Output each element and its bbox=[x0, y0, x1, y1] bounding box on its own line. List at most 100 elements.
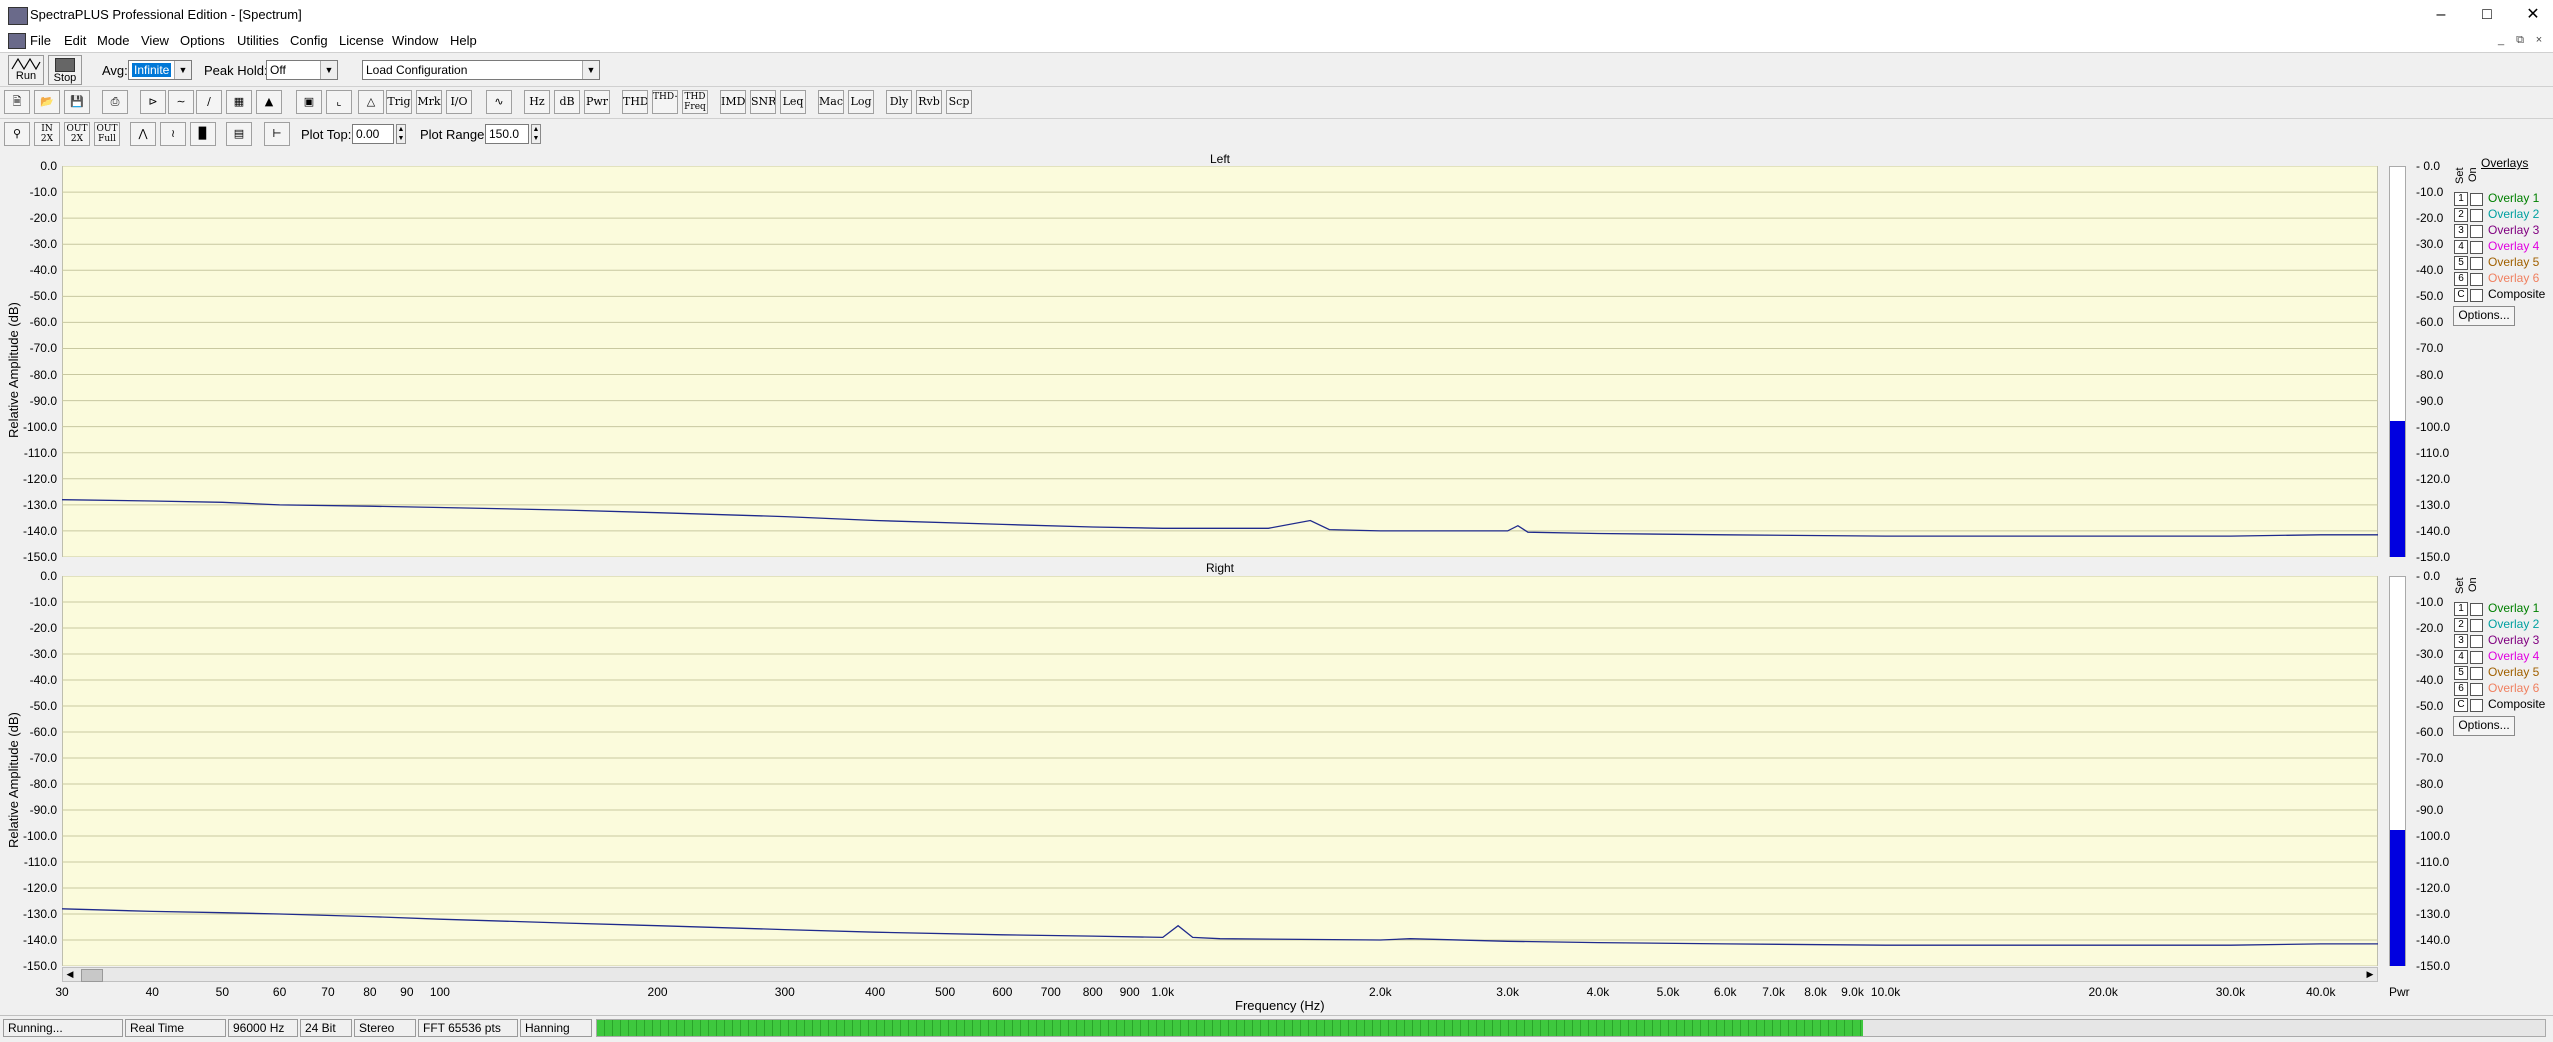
log-button[interactable]: Log bbox=[848, 90, 874, 114]
plot-range-spinner[interactable]: ▲ ▼ bbox=[531, 124, 541, 144]
right-overlay-checkbox[interactable] bbox=[2470, 651, 2483, 664]
weighting-icon[interactable]: △ bbox=[358, 90, 384, 114]
mdi-minimize-icon[interactable]: _ bbox=[2493, 33, 2509, 47]
sine-generator-icon[interactable]: ∿ bbox=[486, 90, 512, 114]
mdi-restore-icon[interactable]: ⧉ bbox=[2512, 33, 2528, 47]
right-overlay-checkbox[interactable] bbox=[2470, 683, 2483, 696]
print-icon[interactable]: ⎙ bbox=[102, 90, 128, 114]
spectrum-icon[interactable]: ⌞ bbox=[326, 90, 352, 114]
left-overlay-checkbox[interactable] bbox=[2470, 225, 2483, 238]
right-overlay-checkbox[interactable] bbox=[2470, 635, 2483, 648]
menu-license[interactable]: License bbox=[339, 33, 384, 48]
peak-icon[interactable]: ⋀ bbox=[130, 122, 156, 146]
right-overlay-options-button[interactable]: Options... bbox=[2453, 716, 2515, 736]
save-icon[interactable]: 💾 bbox=[64, 90, 90, 114]
right-overlay-set-button[interactable]: 1 bbox=[2454, 602, 2468, 616]
bar-graph-icon[interactable]: ▉ bbox=[190, 122, 216, 146]
left-spectrum-plot[interactable] bbox=[62, 166, 2378, 557]
zoom-icon[interactable]: ⚲ bbox=[4, 122, 30, 146]
db-button[interactable]: dB bbox=[554, 90, 580, 114]
thd-button[interactable]: THD bbox=[622, 90, 648, 114]
filter-icon[interactable]: ∼ bbox=[168, 90, 194, 114]
pwr-button[interactable]: Pwr bbox=[584, 90, 610, 114]
io-button[interactable]: I/O bbox=[446, 90, 472, 114]
mrk-button[interactable]: Mrk bbox=[416, 90, 442, 114]
menu-config[interactable]: Config bbox=[290, 33, 328, 48]
menu-window[interactable]: Window bbox=[392, 33, 438, 48]
left-overlay-checkbox[interactable] bbox=[2470, 241, 2483, 254]
new-file-icon[interactable]: 🗎 bbox=[4, 90, 30, 114]
leq-button[interactable]: Leq bbox=[780, 90, 806, 114]
thd-freq-button[interactable]: THD Freq bbox=[682, 90, 708, 114]
maximize-icon[interactable]: □ bbox=[2464, 0, 2510, 30]
overlays-header[interactable]: Overlays bbox=[2481, 156, 2528, 170]
right-overlay-set-button[interactable]: 4 bbox=[2454, 650, 2468, 664]
zoom-out-2x-button[interactable]: OUT 2X bbox=[64, 122, 90, 146]
3d-surface-icon[interactable]: ▲ bbox=[256, 90, 282, 114]
mac-button[interactable]: Mac bbox=[818, 90, 844, 114]
left-overlay-set-button[interactable]: 1 bbox=[2454, 192, 2468, 206]
spectrogram-icon[interactable]: ▦ bbox=[226, 90, 252, 114]
phase-icon[interactable]: ▣ bbox=[296, 90, 322, 114]
right-overlay-set-button[interactable]: 3 bbox=[2454, 634, 2468, 648]
open-folder-icon[interactable]: 📂 bbox=[34, 90, 60, 114]
imd-button[interactable]: IMD bbox=[720, 90, 746, 114]
rvb-button[interactable]: Rvb bbox=[916, 90, 942, 114]
left-overlay-set-button[interactable]: 3 bbox=[2454, 224, 2468, 238]
left-overlay-checkbox[interactable] bbox=[2470, 193, 2483, 206]
right-overlay-checkbox[interactable] bbox=[2470, 603, 2483, 616]
minimize-icon[interactable]: – bbox=[2418, 0, 2464, 30]
menu-options[interactable]: Options bbox=[180, 33, 225, 48]
trig-button[interactable]: Trig bbox=[386, 90, 412, 114]
left-overlay-checkbox[interactable] bbox=[2470, 289, 2483, 302]
left-overlay-set-button[interactable]: 2 bbox=[2454, 208, 2468, 222]
curve-icon[interactable]: ≀ bbox=[160, 122, 186, 146]
left-overlay-set-button[interactable]: 4 bbox=[2454, 240, 2468, 254]
cursor-icon[interactable]: ⊢ bbox=[264, 122, 290, 146]
mdi-close-icon[interactable]: × bbox=[2531, 33, 2547, 47]
menu-mode[interactable]: Mode bbox=[97, 33, 130, 48]
plot-range-input[interactable]: 150.0 bbox=[485, 124, 529, 144]
plot-top-spinner[interactable]: ▲ ▼ bbox=[396, 124, 406, 144]
scp-button[interactable]: Scp bbox=[946, 90, 972, 114]
signal-generator-icon[interactable]: ⊳ bbox=[140, 90, 166, 114]
menu-help[interactable]: Help bbox=[450, 33, 477, 48]
plot-top-input[interactable]: 0.00 bbox=[352, 124, 394, 144]
right-spectrum-plot[interactable] bbox=[62, 576, 2378, 966]
right-overlay-checkbox[interactable] bbox=[2470, 619, 2483, 632]
left-overlay-checkbox[interactable] bbox=[2470, 209, 2483, 222]
menu-utilities[interactable]: Utilities bbox=[237, 33, 279, 48]
right-overlay-checkbox[interactable] bbox=[2470, 667, 2483, 680]
right-overlay-set-button[interactable]: C bbox=[2454, 698, 2468, 712]
right-overlay-set-button[interactable]: 5 bbox=[2454, 666, 2468, 680]
scroll-thumb[interactable] bbox=[81, 969, 103, 982]
document-icon[interactable] bbox=[8, 33, 26, 49]
horizontal-scrollbar[interactable]: ◀ ▶ bbox=[62, 967, 2378, 982]
run-button[interactable]: Run bbox=[8, 55, 44, 85]
left-overlay-options-button[interactable]: Options... bbox=[2453, 306, 2515, 326]
thd-n-button[interactable]: THD+N bbox=[652, 90, 678, 114]
right-overlay-set-button[interactable]: 2 bbox=[2454, 618, 2468, 632]
left-overlay-set-button[interactable]: 5 bbox=[2454, 256, 2468, 270]
menu-view[interactable]: View bbox=[141, 33, 169, 48]
zoom-in-2x-button[interactable]: IN 2X bbox=[34, 122, 60, 146]
avg-select[interactable]: Infinite ▼ bbox=[128, 60, 192, 80]
zoom-out-full-button[interactable]: OUT Full bbox=[94, 122, 120, 146]
scroll-left-icon[interactable]: ◀ bbox=[63, 968, 77, 981]
app-icon[interactable] bbox=[8, 7, 28, 25]
right-overlay-set-button[interactable]: 6 bbox=[2454, 682, 2468, 696]
peak-hold-select[interactable]: Off ▼ bbox=[266, 60, 338, 80]
left-overlay-checkbox[interactable] bbox=[2470, 273, 2483, 286]
scroll-right-icon[interactable]: ▶ bbox=[2363, 968, 2377, 981]
left-overlay-checkbox[interactable] bbox=[2470, 257, 2483, 270]
time-series-icon[interactable]: ∕ bbox=[196, 90, 222, 114]
right-overlay-checkbox[interactable] bbox=[2470, 699, 2483, 712]
menu-file[interactable]: File bbox=[30, 33, 51, 48]
dly-button[interactable]: Dly bbox=[886, 90, 912, 114]
table-icon[interactable]: ▤ bbox=[226, 122, 252, 146]
left-overlay-set-button[interactable]: 6 bbox=[2454, 272, 2468, 286]
left-overlay-set-button[interactable]: C bbox=[2454, 288, 2468, 302]
load-configuration-select[interactable]: Load Configuration ▼ bbox=[362, 60, 600, 80]
menu-edit[interactable]: Edit bbox=[64, 33, 86, 48]
hz-button[interactable]: Hz bbox=[524, 90, 550, 114]
